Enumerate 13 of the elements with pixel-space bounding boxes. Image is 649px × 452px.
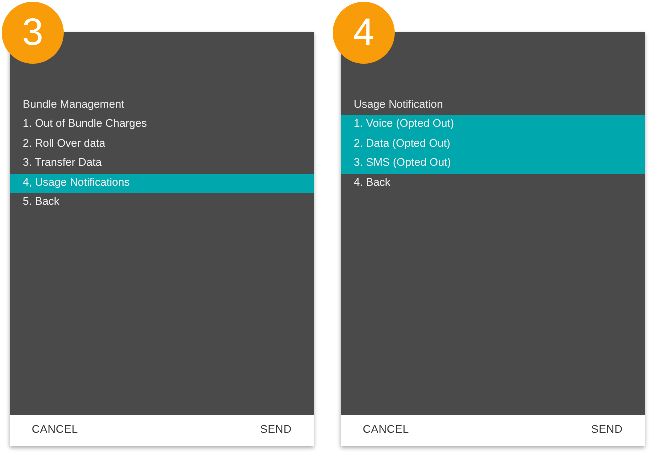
step-badge: 4 <box>333 2 395 64</box>
menu-item[interactable]: 1. Out of Bundle Charges <box>10 115 314 134</box>
dialog-button[interactable]: SEND <box>591 422 623 439</box>
menu-item[interactable]: 3. Transfer Data <box>10 154 314 174</box>
menu-heading: Usage Notification <box>353 98 444 113</box>
step-badge: 3 <box>2 2 64 64</box>
menu-item[interactable]: 2. Roll Over data <box>10 134 314 154</box>
dialog-button[interactable]: SEND <box>260 422 292 439</box>
dialog-button[interactable]: CANCEL <box>32 422 78 439</box>
menu-heading: Bundle Management <box>22 98 126 113</box>
menu-item[interactable]: 5. Back <box>10 193 314 212</box>
menu-item[interactable]: 4. Back <box>341 174 645 193</box>
dialog-button[interactable]: CANCEL <box>363 422 410 439</box>
